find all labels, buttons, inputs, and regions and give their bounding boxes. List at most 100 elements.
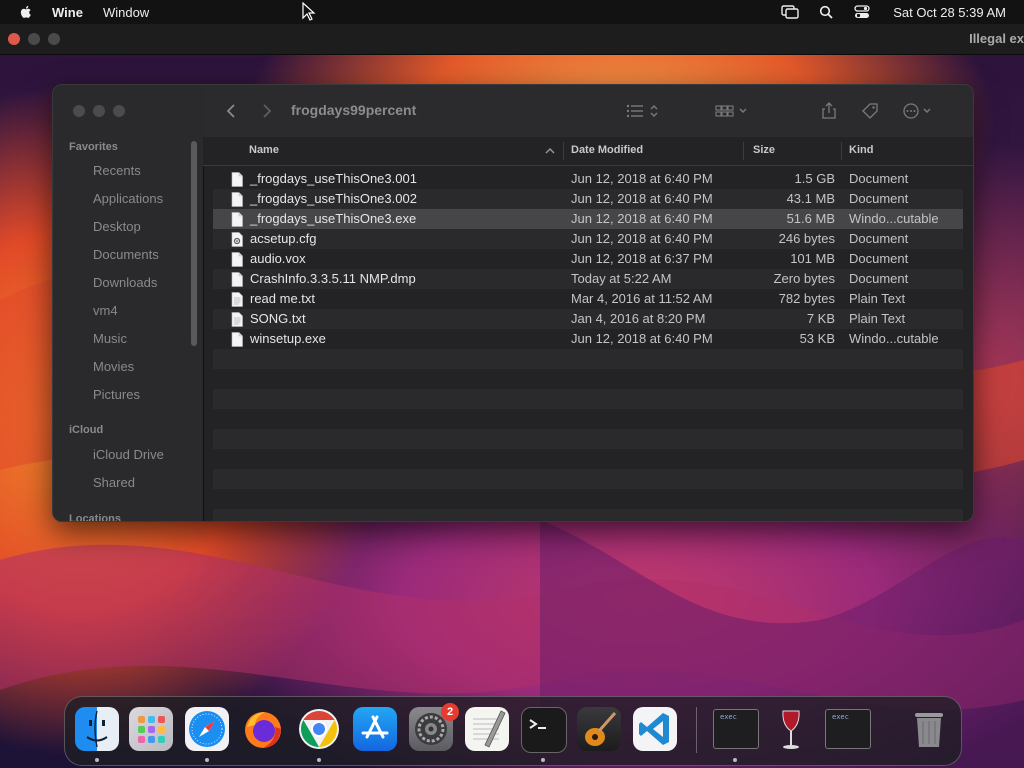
file-row[interactable]: acsetup.cfg Jun 12, 2018 at 6:40 PM 246 by… <box>213 229 963 249</box>
garageband-icon[interactable] <box>577 707 621 751</box>
empty-row <box>213 469 963 489</box>
file-row[interactable]: winsetup.exe Jun 12, 2018 at 6:40 PM 53 KB… <box>213 329 963 349</box>
file-date-modified: Jun 12, 2018 at 6:37 PM <box>571 251 713 266</box>
sidebar-item-desktop[interactable]: Desktop <box>93 219 141 234</box>
list-view-icon[interactable] <box>623 101 663 121</box>
finder-icon[interactable] <box>75 707 119 751</box>
column-header-size[interactable]: Size <box>753 144 775 156</box>
file-name: SONG.txt <box>250 311 306 326</box>
sidebar-section-icloud: iCloud <box>69 424 104 436</box>
app-store-icon[interactable] <box>353 707 397 751</box>
file-row[interactable]: audio.vox Jun 12, 2018 at 6:37 PM 101 MB Do… <box>213 249 963 269</box>
vscode-icon[interactable] <box>633 707 677 751</box>
sidebar-item-downloads[interactable]: Downloads <box>93 275 157 290</box>
column-separator[interactable] <box>563 142 564 160</box>
running-indicator <box>95 758 99 762</box>
empty-row <box>213 369 963 389</box>
exec-window-icon[interactable]: exec <box>713 709 759 749</box>
chrome-icon[interactable] <box>297 707 341 751</box>
sidebar-item-pictures[interactable]: Pictures <box>93 387 140 402</box>
spotlight-search-icon[interactable] <box>817 4 835 20</box>
empty-row <box>213 509 963 521</box>
file-kind: Document <box>849 251 909 266</box>
launchpad-icon[interactable] <box>129 707 173 751</box>
menu-app-name[interactable]: Wine <box>52 5 83 20</box>
file-date-modified: Jun 12, 2018 at 6:40 PM <box>571 171 713 186</box>
file-name: _frogdays_useThisOne3.exe <box>250 211 417 226</box>
sidebar-section-favorites: Favorites <box>69 141 118 153</box>
sort-ascending-chevron-icon[interactable] <box>545 146 555 158</box>
sidebar-item-recents[interactable]: Recents <box>93 163 141 178</box>
sidebar-section-locations: Locations <box>69 513 121 522</box>
system-settings-icon[interactable]: 2 <box>409 703 459 751</box>
terminal-icon[interactable] <box>521 707 567 753</box>
sidebar-item-applications[interactable]: Applications <box>93 191 163 206</box>
finder-toolbar: frogdays99percent <box>203 85 973 138</box>
finder-zoom-button[interactable] <box>113 105 125 117</box>
back-chevron-icon[interactable] <box>221 101 241 121</box>
apple-logo-icon[interactable] <box>18 4 34 20</box>
running-indicator <box>541 758 545 762</box>
running-indicator <box>317 758 321 762</box>
sidebar-item-vm4[interactable]: vm4 <box>93 303 118 318</box>
file-name: _frogdays_useThisOne3.002 <box>250 191 417 206</box>
control-center-icon[interactable] <box>853 4 871 20</box>
column-separator[interactable] <box>743 142 744 160</box>
wine-close-button[interactable] <box>8 33 20 45</box>
file-date-modified: Mar 4, 2016 at 11:52 AM <box>571 291 713 306</box>
safari-icon[interactable] <box>185 707 229 751</box>
wine-minimize-button[interactable] <box>28 33 40 45</box>
empty-row <box>213 449 963 469</box>
file-kind: Document <box>849 191 909 206</box>
file-date-modified: Jun 12, 2018 at 6:40 PM <box>571 191 713 206</box>
firefox-icon[interactable] <box>241 707 285 751</box>
share-icon[interactable] <box>819 101 839 121</box>
finder-minimize-button[interactable] <box>93 105 105 117</box>
file-row[interactable]: read me.txt Mar 4, 2016 at 11:52 AM 782 by… <box>213 289 963 309</box>
sidebar-item-shared[interactable]: Shared <box>93 475 135 490</box>
finder-window: Favorites Recents Applications Desktop D… <box>52 84 974 522</box>
wine-zoom-button[interactable] <box>48 33 60 45</box>
wine-icon[interactable] <box>769 707 813 751</box>
running-indicator <box>733 758 737 762</box>
trash-icon[interactable] <box>907 707 951 751</box>
file-size: 782 bytes <box>778 291 835 306</box>
tag-icon[interactable] <box>859 101 881 121</box>
file-date-modified: Jun 12, 2018 at 6:40 PM <box>571 211 713 226</box>
sidebar-scrollbar[interactable] <box>191 141 197 346</box>
column-header-date[interactable]: Date Modified <box>571 144 643 156</box>
running-indicator <box>205 758 209 762</box>
file-date-modified: Jun 12, 2018 at 6:40 PM <box>571 231 713 246</box>
column-header-kind[interactable]: Kind <box>849 144 873 156</box>
wine-window-titlebar: Illegal ex <box>0 24 1024 55</box>
column-header-name[interactable]: Name <box>249 144 279 156</box>
group-by-grid-icon[interactable] <box>713 101 753 121</box>
column-separator[interactable] <box>841 142 842 160</box>
file-date-modified: Today at 5:22 AM <box>571 271 672 286</box>
file-row[interactable]: CrashInfo.3.3.5.11 NMP.dmp Today at 5:22 … <box>213 269 963 289</box>
textedit-icon[interactable] <box>465 707 509 751</box>
mouse-pointer-icon <box>302 2 316 21</box>
exec-window-icon[interactable]: exec <box>825 709 871 749</box>
forward-chevron-icon[interactable] <box>257 101 277 121</box>
menu-window[interactable]: Window <box>103 5 149 20</box>
file-row[interactable]: _frogdays_useThisOne3.001 Jun 12, 2018 at… <box>213 169 963 189</box>
empty-row <box>213 389 963 409</box>
column-header-row: Name Date Modified Size Kind <box>203 137 973 166</box>
sidebar-item-documents[interactable]: Documents <box>93 247 159 262</box>
file-row[interactable]: _frogdays_useThisOne3.002 Jun 12, 2018 at… <box>213 189 963 209</box>
more-actions-icon[interactable] <box>901 101 937 121</box>
file-row[interactable]: SONG.txt Jan 4, 2016 at 8:20 PM 7 KB Plain … <box>213 309 963 329</box>
file-list: _frogdays_useThisOne3.001 Jun 12, 2018 at… <box>213 169 963 521</box>
sidebar-item-icloud-drive[interactable]: iCloud Drive <box>93 447 164 462</box>
file-size: 246 bytes <box>778 231 835 246</box>
finder-close-button[interactable] <box>73 105 85 117</box>
file-row[interactable]: _frogdays_useThisOne3.exe Jun 12, 2018 at… <box>213 209 963 229</box>
sidebar-item-music[interactable]: Music <box>93 331 127 346</box>
empty-row <box>213 409 963 429</box>
screen-mirroring-icon[interactable] <box>781 4 799 20</box>
menu-clock[interactable]: Sat Oct 28 5:39 AM <box>893 5 1006 20</box>
sidebar-item-movies[interactable]: Movies <box>93 359 134 374</box>
file-name: _frogdays_useThisOne3.001 <box>250 171 417 186</box>
wine-window-title: Illegal ex <box>969 31 1024 46</box>
